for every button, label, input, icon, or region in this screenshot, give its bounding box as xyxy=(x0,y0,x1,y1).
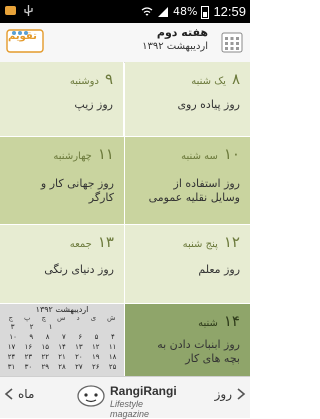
event-text: روز استفاده از وسایل نقلیه عمومی xyxy=(148,177,240,204)
event-text: روز زیپ xyxy=(74,98,113,111)
weekday-label: ی xyxy=(90,314,97,322)
mini-day[interactable]: ۲۹ xyxy=(41,362,49,372)
status-bar: 48% 12:59 xyxy=(0,0,250,23)
day-tile-13[interactable]: ۱۳ جمعه روز دنیای رنگی xyxy=(0,225,124,303)
mini-calendar-title: اردیبهشت ۱۳۹۲ xyxy=(35,305,89,314)
weekday-label: د xyxy=(76,314,80,322)
mini-day[interactable]: ۱۵ xyxy=(41,342,49,352)
mini-day[interactable]: ۲۳ xyxy=(25,352,33,362)
calendar-grid-icon[interactable] xyxy=(220,30,244,54)
mini-calendar-weekdays: ش ی د س چ پ ج xyxy=(0,314,124,322)
day-name: جمعه xyxy=(69,239,92,250)
mini-day[interactable]: ۳ xyxy=(11,322,15,332)
mini-day[interactable]: ۱۹ xyxy=(92,352,100,362)
usb-icon xyxy=(24,5,33,16)
day-name: دوشنبه xyxy=(69,76,99,87)
battery-percent: 48% xyxy=(173,5,198,18)
mini-day[interactable]: ۱۶ xyxy=(25,342,33,352)
mini-calendar-row: ۲۵ ۲۶ ۲۷ ۲۸ ۲۹ ۳۰ ۳۱ xyxy=(0,362,124,372)
day-name: پنج شنبه xyxy=(182,239,218,250)
mini-calendar-row: ۱ ۲ ۳ xyxy=(0,322,124,332)
mini-day[interactable]: ۵ xyxy=(95,332,99,342)
mini-calendar-row: ۱۱ ۱۲ ۱۳ ۱۴ ۱۵ ۱۶ ۱۷ xyxy=(0,342,124,352)
mini-day[interactable]: ۲۴ xyxy=(8,352,16,362)
mini-day[interactable]: ۷ xyxy=(62,332,66,342)
mini-day[interactable]: ۲۰ xyxy=(75,352,83,362)
month-title: اردیبهشت ۱۳۹۲ xyxy=(142,41,208,52)
app-header: تقویم هفته دوم اردیبهشت ۱۳۹۲ xyxy=(0,23,250,63)
mini-day[interactable]: ۲ xyxy=(30,322,34,332)
app-logo[interactable]: تقویم xyxy=(6,27,44,57)
mini-day[interactable]: ۹ xyxy=(29,332,33,342)
event-text: روز معلم xyxy=(198,263,240,276)
day-number: ۹ xyxy=(104,70,113,88)
day-tile-14[interactable]: ۱۴ شنبه روز ابنبات دادن به بچه های کار xyxy=(125,304,250,376)
brand-name: RangiRangi xyxy=(110,384,177,398)
day-tile-12[interactable]: ۱۲ پنج شنبه روز معلم xyxy=(125,225,250,303)
day-tile-11[interactable]: ۱۱ چهارشنبه روز جهانی کار و کارگر xyxy=(0,137,124,224)
weekday-label: پ xyxy=(24,314,31,322)
mini-day[interactable]: ۲۲ xyxy=(41,352,49,362)
footer-nav: ماه RangiRangi Lifestyle magazine روز xyxy=(0,376,250,419)
mini-calendar-row: ۱۸ ۱۹ ۲۰ ۲۱ ۲۲ ۲۳ ۲۴ xyxy=(0,352,124,362)
mini-day[interactable]: ۱۴ xyxy=(58,342,66,352)
day-name: سه شنبه xyxy=(181,151,218,162)
day-number: ۱۳ xyxy=(97,233,114,251)
day-name: چهارشنبه xyxy=(53,151,92,162)
mini-day[interactable]: ۱۰ xyxy=(9,332,17,342)
day-tile-10[interactable]: ۱۰ سه شنبه روز استفاده از وسایل نقلیه عمو… xyxy=(125,137,250,224)
event-text: روز دنیای رنگی xyxy=(44,263,114,276)
weekday-label: ش xyxy=(106,314,116,322)
mini-day[interactable]: ۳۰ xyxy=(25,362,33,372)
brand-logo[interactable]: RangiRangi Lifestyle magazine xyxy=(76,380,177,419)
week-title: هفته دوم xyxy=(156,26,208,39)
weekday-label: ج xyxy=(8,314,14,322)
event-text: روز پیاده روی xyxy=(177,98,240,111)
event-text: روز جهانی کار و کارگر xyxy=(40,177,114,204)
mini-day[interactable]: ۲۵ xyxy=(109,362,117,372)
next-label: روز xyxy=(214,387,232,401)
mini-day[interactable]: ۲۷ xyxy=(75,362,83,372)
day-tile-8[interactable]: ۸ یک شنبه روز پیاده روی xyxy=(125,62,250,136)
battery-icon xyxy=(201,5,210,19)
mini-day[interactable]: ۱۳ xyxy=(75,342,83,352)
clock: 12:59 xyxy=(213,4,246,19)
signal-icon xyxy=(158,6,168,17)
mini-day[interactable]: ۸ xyxy=(46,332,50,342)
day-number: ۱۲ xyxy=(223,233,240,251)
prev-label: ماه xyxy=(18,387,35,401)
mini-day[interactable]: ۲۶ xyxy=(92,362,100,372)
day-number: ۱۴ xyxy=(223,312,240,330)
mini-day[interactable]: ۲۱ xyxy=(58,352,66,362)
notification-icon xyxy=(5,6,16,15)
day-tile-9[interactable]: ۹ دوشنبه روز زیپ xyxy=(0,62,124,136)
prev-month-button[interactable]: ماه xyxy=(4,387,34,401)
mini-day[interactable]: ۶ xyxy=(78,332,82,342)
next-day-button[interactable]: روز xyxy=(215,387,246,401)
mini-day[interactable]: ۴ xyxy=(111,332,115,342)
mini-day[interactable]: ۱۱ xyxy=(109,342,117,352)
chevron-right-icon xyxy=(237,388,246,400)
day-number: ۸ xyxy=(231,70,240,88)
mini-day[interactable]: ۱ xyxy=(49,322,53,332)
brand-subtitle: Lifestyle magazine xyxy=(110,399,150,419)
mini-calendar-row: ۴ ۵ ۶ ۷ ۸ ۹ ۱۰ xyxy=(0,332,124,342)
mini-day[interactable]: ۱۲ xyxy=(92,342,100,352)
day-number: ۱۱ xyxy=(97,145,114,163)
logo-text: تقویم xyxy=(8,31,37,42)
wifi-icon xyxy=(141,6,153,15)
mini-month-calendar[interactable]: اردیبهشت ۱۳۹۲ ش ی د س چ پ ج ۱۲۳ ۴ ۵ ۶ ۷ ۸ ۹ ۱۰… xyxy=(0,304,124,376)
rangirangi-logo-icon xyxy=(77,385,105,407)
event-text: روز ابنبات دادن به بچه های کار xyxy=(157,338,240,365)
mini-day[interactable]: ۱۸ xyxy=(109,352,117,362)
chevron-left-icon xyxy=(4,388,13,400)
weekday-label: چ xyxy=(41,314,47,322)
mini-day[interactable]: ۱۷ xyxy=(8,342,16,352)
mini-day[interactable]: ۲۸ xyxy=(58,362,66,372)
weekday-label: س xyxy=(57,314,66,322)
mini-day[interactable]: ۳۱ xyxy=(8,362,16,372)
day-name: یک شنبه xyxy=(191,76,226,87)
day-number: ۱۰ xyxy=(223,145,240,163)
day-name: شنبه xyxy=(198,318,218,329)
